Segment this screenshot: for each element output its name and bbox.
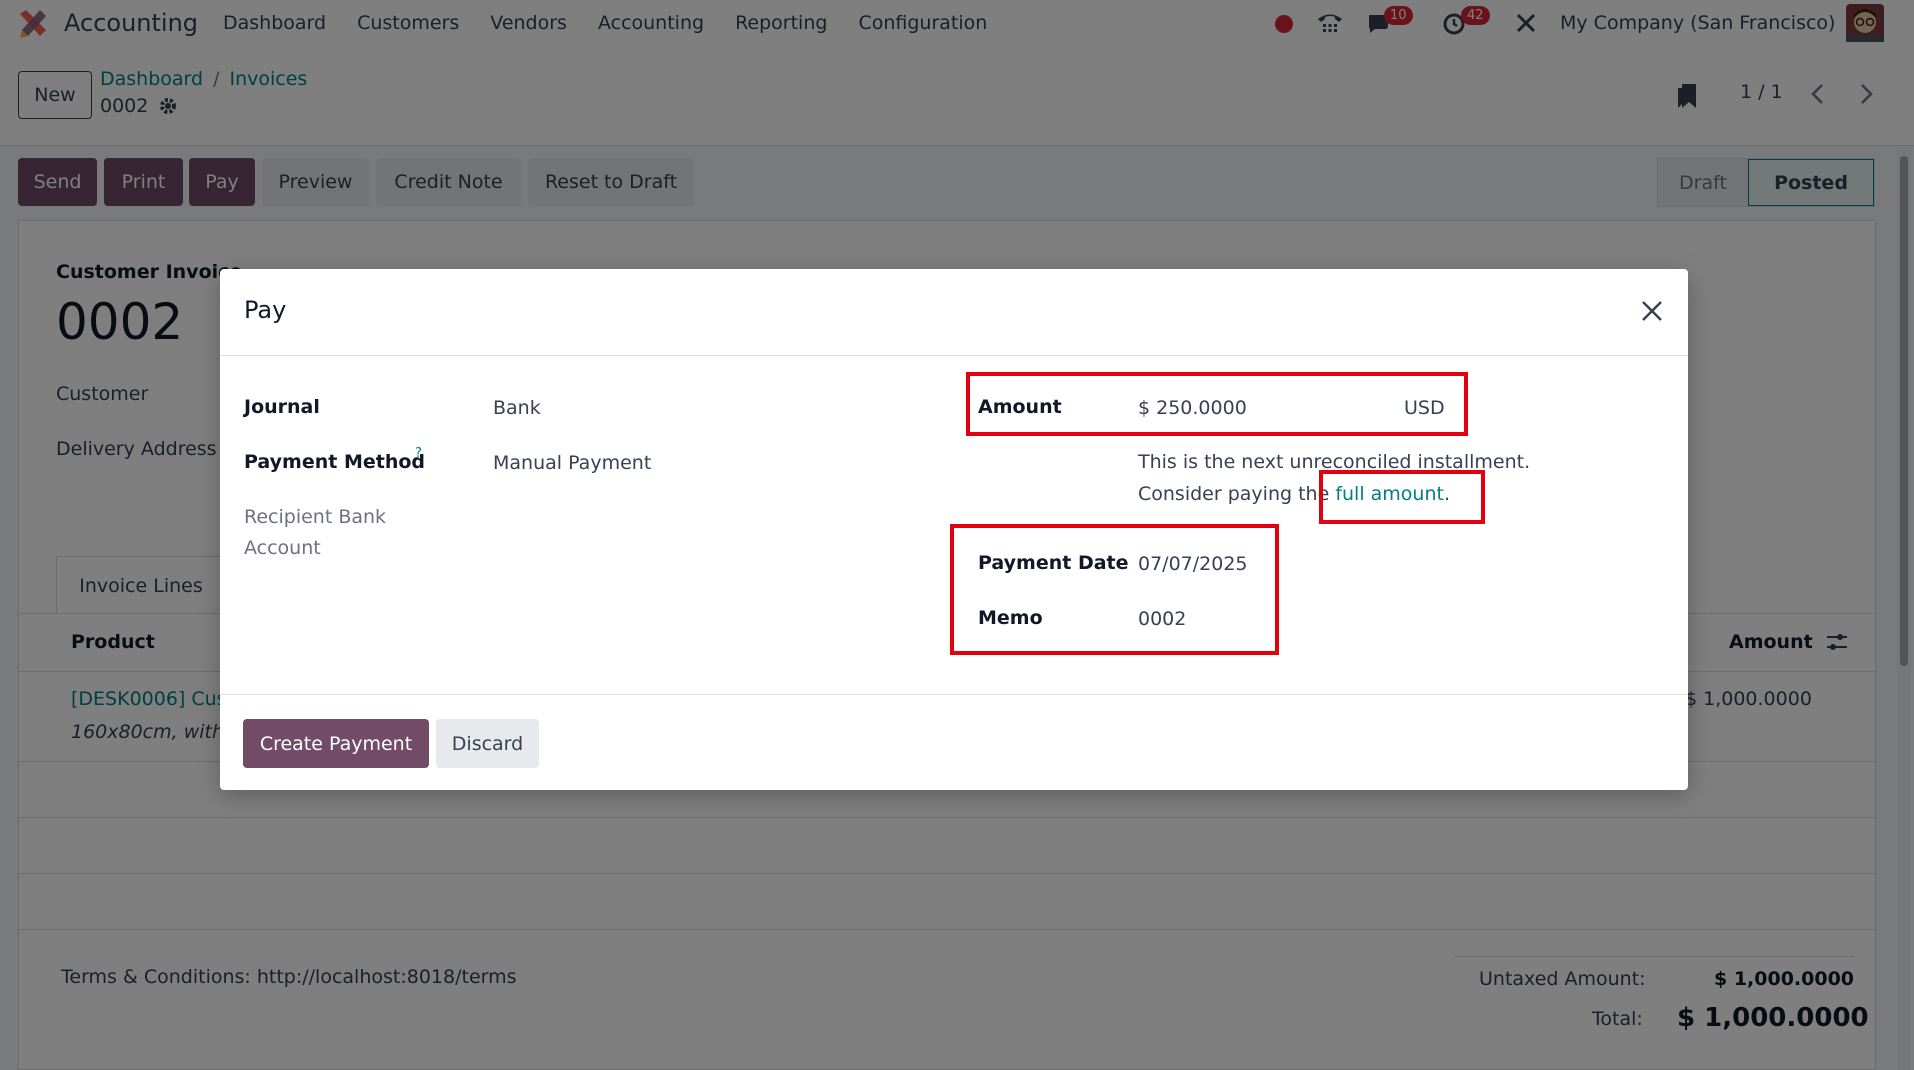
close-icon[interactable] [1638, 297, 1666, 325]
dialog-footer: Create Payment Discard [220, 694, 1688, 790]
payment-method-field[interactable]: Manual Payment [493, 452, 651, 474]
payment-method-label: Payment Method [244, 451, 426, 473]
create-payment-button[interactable]: Create Payment [243, 719, 429, 768]
highlight-box-date-memo [950, 524, 1279, 655]
consider-text: Consider paying the [1138, 483, 1330, 505]
recipient-bank-label-line1: Recipient Bank [244, 506, 387, 528]
discard-button[interactable]: Discard [436, 719, 539, 768]
pay-dialog: Pay Journal Bank Payment Method ? Manual… [220, 269, 1688, 790]
recipient-bank-label-line2: Account [244, 537, 321, 559]
payment-method-help-icon[interactable]: ? [415, 446, 422, 461]
highlight-box-amount [966, 372, 1468, 436]
journal-label: Journal [244, 396, 320, 418]
highlight-box-full-amount [1319, 470, 1485, 524]
dialog-title: Pay [244, 296, 287, 324]
journal-field[interactable]: Bank [493, 397, 541, 419]
dialog-header: Pay [220, 269, 1688, 356]
